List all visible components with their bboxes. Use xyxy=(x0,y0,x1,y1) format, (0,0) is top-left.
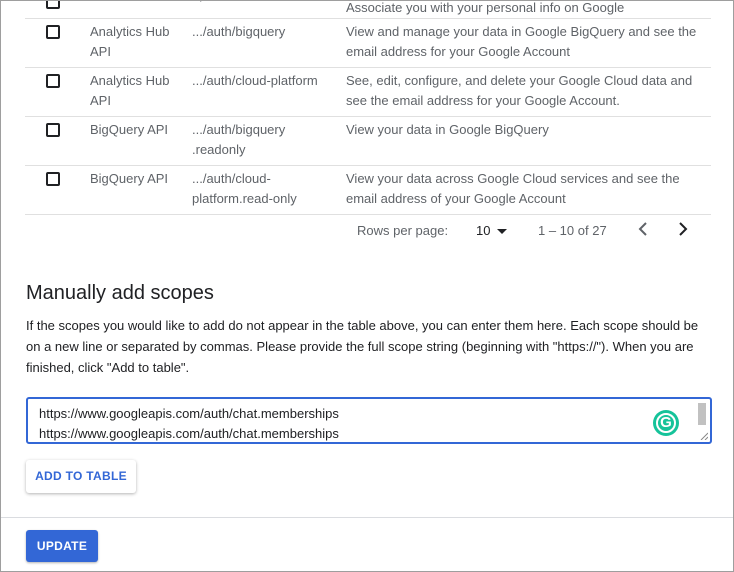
description-cell: View your data in Google BigQuery xyxy=(346,122,549,137)
instructions-text: If the scopes you would like to add do n… xyxy=(26,318,699,375)
next-page-button[interactable] xyxy=(677,221,689,240)
scopes-panel: openid Associate you with your personal … xyxy=(0,0,734,572)
update-button[interactable]: UPDATE xyxy=(26,530,98,562)
textarea-line: https://www.googleapis.com/auth/chat.mem… xyxy=(39,406,339,421)
page-range: 1 – 10 of 27 xyxy=(538,223,607,238)
description-cell: View your data across Google Cloud servi… xyxy=(346,171,680,206)
chevron-left-icon xyxy=(638,222,647,236)
scope-cell: .../auth/cloud-platform xyxy=(192,73,318,88)
api-cell: Analytics Hub API xyxy=(90,24,170,59)
scope-cell: openid xyxy=(192,1,332,5)
description-cell: View and manage your data in Google BigQ… xyxy=(346,24,697,59)
table-row: BigQuery API .../auth/cloud-platform.rea… xyxy=(25,165,711,215)
row-checkbox[interactable] xyxy=(46,123,60,137)
row-checkbox[interactable] xyxy=(46,25,60,39)
api-cell: Analytics Hub API xyxy=(90,73,170,108)
table-row: Analytics Hub API .../auth/cloud-platfor… xyxy=(25,67,711,117)
description-cell: See, edit, configure, and delete your Go… xyxy=(346,73,693,108)
row-checkbox[interactable] xyxy=(46,1,60,9)
table-row: openid Associate you with your personal … xyxy=(25,0,711,19)
rows-per-page-select[interactable]: 10 xyxy=(476,223,508,238)
rows-per-page-label: Rows per page: xyxy=(357,223,449,238)
rows-per-page-value: 10 xyxy=(476,223,491,238)
table-pagination: Rows per page: 10 1 – 10 of 27 xyxy=(25,216,711,246)
api-cell: BigQuery API xyxy=(90,122,169,137)
chevron-right-icon xyxy=(679,222,688,236)
table-row: BigQuery API .../auth/bigquery .readonly… xyxy=(25,116,711,166)
scope-cell: .../auth/bigquery xyxy=(192,24,286,39)
row-checkbox[interactable] xyxy=(46,74,60,88)
scope-cell: .../auth/cloud-platform.read-only xyxy=(192,171,297,206)
grammarly-icon[interactable]: G xyxy=(653,410,679,436)
api-cell: BigQuery API xyxy=(90,171,169,186)
scopes-textarea[interactable]: https://www.googleapis.com/auth/chat.mem… xyxy=(26,397,712,444)
scope-cell: .../auth/bigquery .readonly xyxy=(192,122,286,157)
resize-handle-icon[interactable] xyxy=(700,432,708,440)
description-cell: Associate you with your personal info on… xyxy=(346,0,625,15)
add-to-table-button[interactable]: ADD TO TABLE xyxy=(26,460,136,493)
textarea-scrollbar[interactable] xyxy=(698,403,706,425)
section-heading: Manually add scopes xyxy=(26,282,214,304)
textarea-line: https://www.googleapis.com/auth/chat.mem… xyxy=(39,426,339,441)
table-row: Analytics Hub API .../auth/bigquery View… xyxy=(25,18,711,68)
row-checkbox[interactable] xyxy=(46,172,60,186)
arrow-drop-down-icon xyxy=(497,228,508,234)
footer-divider xyxy=(1,517,733,518)
previous-page-button[interactable] xyxy=(637,221,649,240)
